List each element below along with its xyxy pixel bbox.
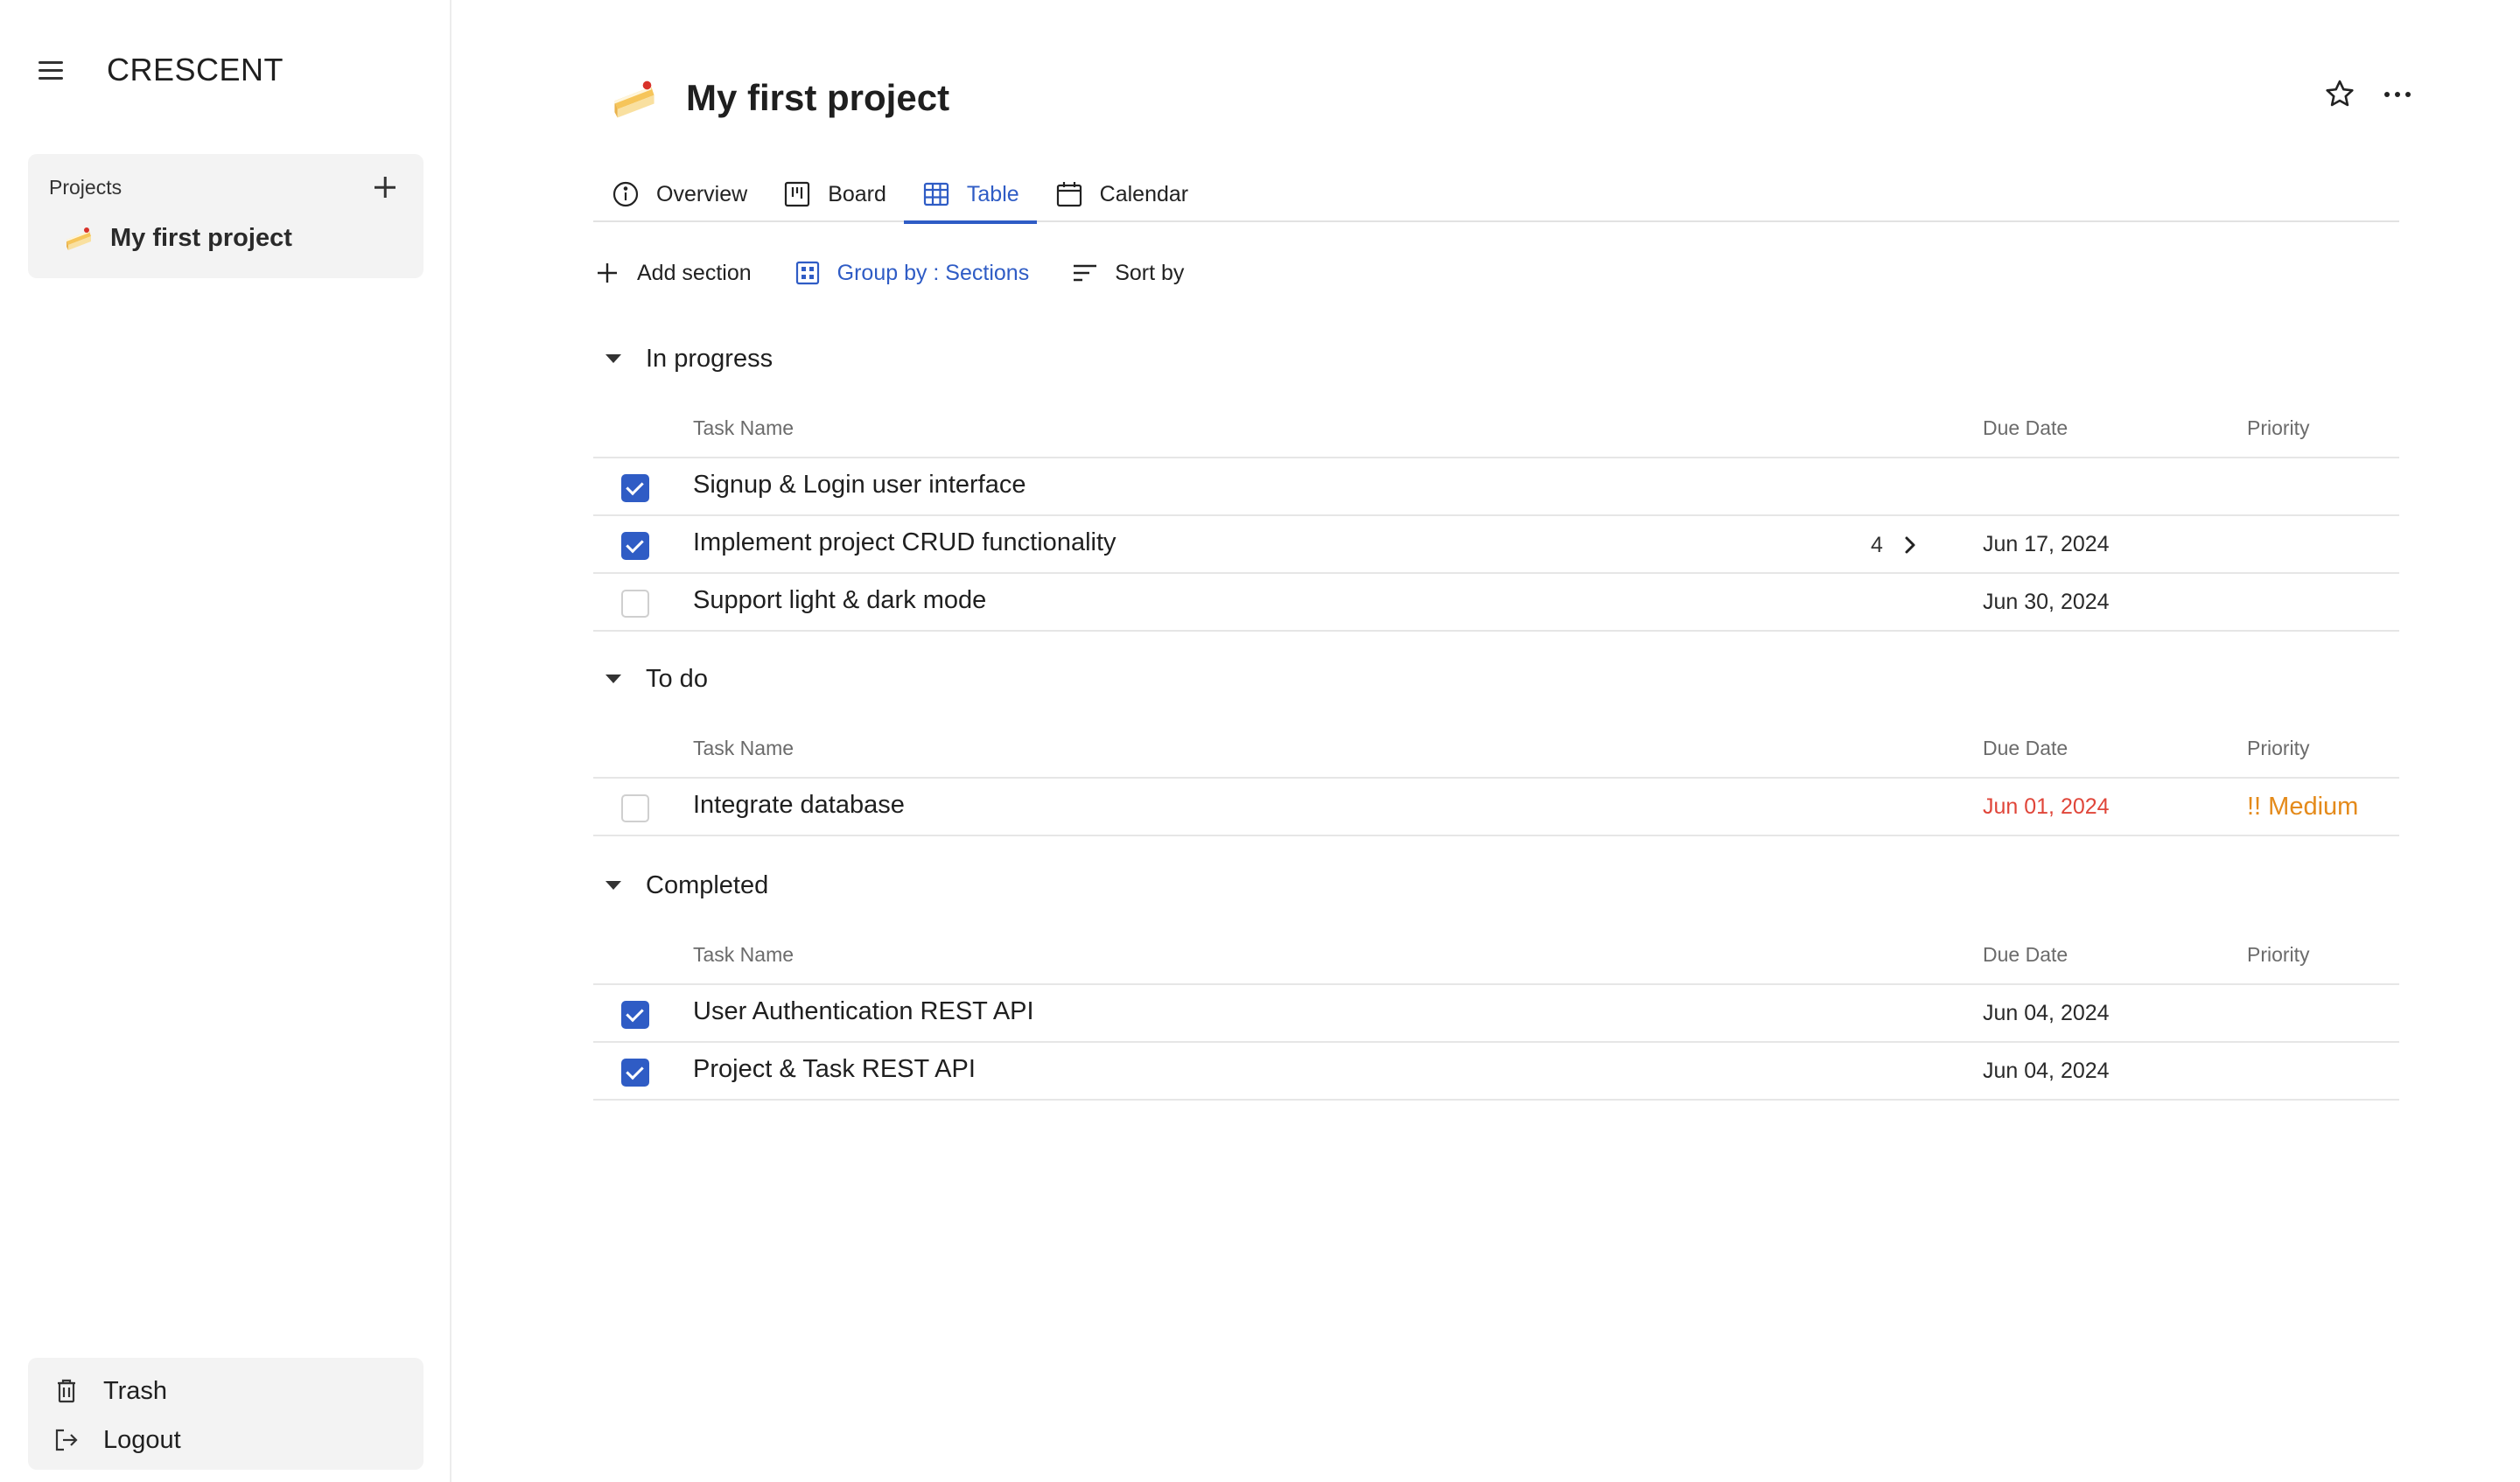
table-header: Task Name Due Date Priority (593, 702, 2399, 779)
projects-label: Projects (49, 175, 122, 199)
collapse-caret-icon[interactable] (606, 354, 621, 363)
star-icon[interactable] (2322, 77, 2357, 112)
table-header: Task Name Due Date Priority (593, 908, 2399, 985)
sidebar: CRESCENT Projects My first project Trash (0, 0, 452, 1482)
tab-label: Overview (656, 181, 748, 206)
project-header: My first project (609, 66, 949, 129)
due-date[interactable]: Jun 30, 2024 (1983, 590, 2110, 615)
board-icon (785, 181, 810, 207)
task-checkbox[interactable] (621, 532, 649, 560)
projects-header: Projects (49, 170, 402, 205)
column-task-name[interactable]: Task Name (693, 737, 794, 760)
projects-panel: Projects My first project (28, 154, 424, 278)
tab-label: Table (966, 181, 1019, 206)
sidebar-header: CRESCENT (38, 49, 284, 91)
tab-overview[interactable]: Overview (593, 166, 765, 222)
column-priority[interactable]: Priority (2247, 943, 2310, 967)
group-by-button[interactable]: Group by : Sections (794, 259, 1030, 287)
cake-emoji-icon (614, 80, 654, 118)
group-icon (795, 261, 819, 285)
menu-icon[interactable] (38, 49, 66, 91)
subtask-expander[interactable]: 4 (1871, 532, 1923, 558)
chevron-right-icon (1905, 536, 1915, 554)
sort-by-label: Sort by (1115, 260, 1185, 285)
trash-link[interactable]: Trash (52, 1370, 167, 1412)
sort-icon (1074, 264, 1097, 282)
project-actions (2322, 77, 2415, 112)
table-row[interactable]: User Authentication REST API Jun 04, 202… (593, 985, 2399, 1043)
task-checkbox[interactable] (621, 474, 649, 502)
column-priority[interactable]: Priority (2247, 416, 2310, 440)
task-name[interactable]: Signup & Login user interface (693, 471, 1026, 500)
table-row[interactable]: Implement project CRUD functionality 4 J… (593, 516, 2399, 574)
table-icon (923, 182, 949, 206)
trash-label: Trash (103, 1376, 168, 1405)
column-task-name[interactable]: Task Name (693, 943, 794, 967)
table-row[interactable]: Support light & dark mode Jun 30, 2024 (593, 574, 2399, 632)
due-date[interactable]: Jun 01, 2024 (1983, 794, 2110, 820)
sort-by-button[interactable]: Sort by (1071, 259, 1184, 287)
table-row[interactable]: Integrate database Jun 01, 2024 !! Mediu… (593, 779, 2399, 836)
due-date[interactable]: Jun 04, 2024 (1983, 1001, 2110, 1026)
section-to-do: To do Task Name Due Date Priority Integr… (593, 656, 2399, 836)
task-name[interactable]: Project & Task REST API (693, 1055, 976, 1084)
trash-icon (58, 1379, 75, 1403)
task-checkbox[interactable] (621, 1059, 649, 1087)
main-content: My first project Overview Board Table Ca… (453, 0, 2520, 1482)
subtask-count: 4 (1871, 532, 1883, 557)
collapse-caret-icon[interactable] (606, 881, 621, 890)
add-section-button[interactable]: Add section (593, 259, 752, 287)
add-project-button[interactable] (368, 170, 402, 205)
sidebar-item-label: My first project (110, 223, 292, 252)
logout-label: Logout (103, 1425, 181, 1454)
task-checkbox[interactable] (621, 794, 649, 822)
sidebar-item-my-first-project[interactable]: My first project (63, 217, 292, 259)
page-title: My first project (686, 77, 950, 118)
view-tabs: Overview Board Table Calendar (593, 166, 2399, 224)
priority-badge[interactable]: !! Medium (2247, 793, 2358, 821)
column-due-date[interactable]: Due Date (1983, 416, 2068, 440)
logout-link[interactable]: Logout (52, 1419, 181, 1461)
task-checkbox[interactable] (621, 590, 649, 618)
section-completed: Completed Task Name Due Date Priority Us… (593, 863, 2399, 1101)
section-title: Completed (646, 870, 769, 899)
table-toolbar: Add section Group by : Sections Sort by (593, 248, 1184, 297)
section-title: In progress (646, 344, 774, 373)
table-row[interactable]: Project & Task REST API Jun 04, 2024 (593, 1043, 2399, 1101)
section-in-progress: In progress Task Name Due Date Priority … (593, 336, 2399, 632)
tab-calendar[interactable]: Calendar (1037, 166, 1206, 222)
section-header[interactable]: In progress (593, 336, 773, 381)
plus-icon (598, 263, 617, 283)
column-task-name[interactable]: Task Name (693, 416, 794, 440)
task-name[interactable]: Implement project CRUD functionality (693, 528, 1116, 557)
logout-icon (55, 1429, 78, 1451)
tab-label: Board (828, 181, 886, 206)
collapse-caret-icon[interactable] (606, 675, 621, 683)
due-date[interactable]: Jun 04, 2024 (1983, 1059, 2110, 1084)
task-name[interactable]: Integrate database (693, 791, 905, 820)
group-by-label: Group by : Sections (836, 260, 1030, 285)
calendar-icon (1056, 182, 1082, 207)
table-row[interactable]: Signup & Login user interface (593, 458, 2399, 516)
tab-board[interactable]: Board (765, 166, 904, 222)
cake-emoji-icon (66, 227, 91, 250)
column-priority[interactable]: Priority (2247, 737, 2310, 760)
tab-label: Calendar (1099, 181, 1189, 206)
section-title: To do (646, 664, 708, 693)
table-header: Task Name Due Date Priority (593, 381, 2399, 458)
column-due-date[interactable]: Due Date (1983, 737, 2068, 760)
brand-name: CRESCENT (107, 52, 284, 87)
sidebar-footer: Trash Logout (28, 1358, 424, 1470)
more-options-icon[interactable] (2380, 77, 2415, 112)
info-icon (612, 181, 639, 207)
add-section-label: Add section (637, 260, 752, 285)
task-name[interactable]: Support light & dark mode (693, 586, 986, 615)
task-name[interactable]: User Authentication REST API (693, 997, 1034, 1026)
due-date[interactable]: Jun 17, 2024 (1983, 532, 2110, 557)
tab-table[interactable]: Table (903, 166, 1037, 224)
column-due-date[interactable]: Due Date (1983, 943, 2068, 967)
section-header[interactable]: To do (593, 656, 708, 702)
section-header[interactable]: Completed (593, 863, 768, 908)
task-checkbox[interactable] (621, 1001, 649, 1029)
